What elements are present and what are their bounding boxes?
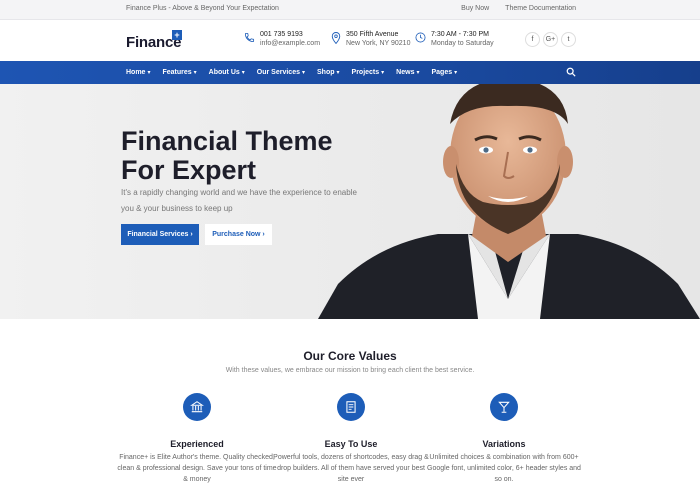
value-title: Variations (482, 439, 526, 449)
address-street: 350 Fifth Avenue (346, 31, 399, 38)
top-bar: Finance Plus - Above & Beyond Your Expec… (0, 0, 700, 20)
nav-item-about-us[interactable]: About Us ▾ (209, 61, 245, 84)
value-card-variations: Variations Unlimited choices & combinati… (424, 393, 584, 485)
search-icon[interactable] (566, 67, 576, 77)
bank-icon (183, 393, 211, 421)
core-values-subtitle: With these values, we embrace our missio… (225, 367, 475, 374)
value-title: Experienced (170, 439, 224, 449)
value-description: Unlimited choices & combination with fro… (427, 454, 581, 483)
hero-subtitle: It's a rapidly changing world and we hav… (121, 188, 357, 213)
business-hours: 7:30 AM - 7:30 PM Monday to Saturday (415, 30, 494, 48)
google-plus-icon[interactable]: G+ (543, 32, 558, 47)
hours-time: 7:30 AM - 7:30 PM (431, 31, 489, 38)
hours-days: Monday to Saturday (431, 40, 494, 47)
hero-portrait-image (318, 84, 700, 319)
buy-now-link[interactable]: Buy Now (461, 5, 489, 12)
email-address[interactable]: info@example.com (260, 39, 320, 48)
nav-item-projects[interactable]: Projects ▾ (352, 61, 385, 84)
core-values-title: Our Core Values (303, 349, 397, 363)
hero-title: Financial Theme For Expert (121, 126, 333, 185)
phone-icon (244, 32, 255, 43)
twitter-icon[interactable]: t (561, 32, 576, 47)
site-header: Finance + 001 735 9193 info@example.com … (0, 20, 700, 61)
chevron-down-icon: ▾ (241, 70, 245, 76)
phone-number: 001 735 9193 (260, 31, 303, 38)
chevron-down-icon: ▾ (147, 70, 151, 76)
document-icon (337, 393, 365, 421)
clock-icon (415, 32, 426, 43)
top-links: Buy Now Theme Documentation (461, 5, 576, 12)
nav-item-shop[interactable]: Shop ▾ (317, 61, 340, 84)
facebook-icon[interactable]: f (525, 32, 540, 47)
theme-documentation-link[interactable]: Theme Documentation (505, 5, 576, 12)
purchase-now-button[interactable]: Purchase Now › (205, 224, 272, 245)
chevron-down-icon: ▾ (381, 70, 385, 76)
nav-items: Home ▾ Features ▾ About Us ▾ Our Services ▾ … (126, 61, 469, 84)
chevron-down-icon: ▾ (302, 70, 306, 76)
cocktail-icon (490, 393, 518, 421)
contact-address: 350 Fifth Avenue New York, NY 90210 (331, 30, 410, 48)
nav-item-news[interactable]: News ▾ (396, 61, 419, 84)
value-description: Powerful tools, dozens of shortcodes, ea… (273, 454, 429, 483)
logo-plus-icon: + (172, 30, 182, 40)
chevron-down-icon: ▾ (336, 70, 340, 76)
chevron-down-icon: ▾ (416, 70, 420, 76)
value-title: Easy To Use (324, 439, 378, 449)
nav-item-our-services[interactable]: Our Services ▾ (257, 61, 305, 84)
value-card-experienced: Experienced Finance+ is Elite Author's t… (117, 393, 277, 485)
chevron-down-icon: ▾ (454, 70, 458, 76)
nav-item-home[interactable]: Home ▾ (126, 61, 150, 84)
hero-banner: Financial Theme For Expert It's a rapidl… (0, 84, 700, 319)
nav-item-features[interactable]: Features ▾ (162, 61, 196, 84)
address-city: New York, NY 90210 (346, 40, 411, 47)
value-description: Finance+ is Elite Author's theme. Qualit… (117, 454, 277, 483)
map-pin-icon (331, 32, 341, 44)
nav-item-pages[interactable]: Pages ▾ (431, 61, 457, 84)
value-card-easy-to-use: Easy To Use Powerful tools, dozens of sh… (271, 393, 431, 485)
main-nav: Home ▾ Features ▾ About Us ▾ Our Services ▾ … (0, 61, 700, 84)
contact-phone: 001 735 9193 info@example.com (244, 30, 320, 48)
financial-services-button[interactable]: Financial Services › (121, 224, 199, 245)
chevron-down-icon: ▾ (193, 70, 197, 76)
tagline: Finance Plus - Above & Beyond Your Expec… (126, 5, 279, 12)
